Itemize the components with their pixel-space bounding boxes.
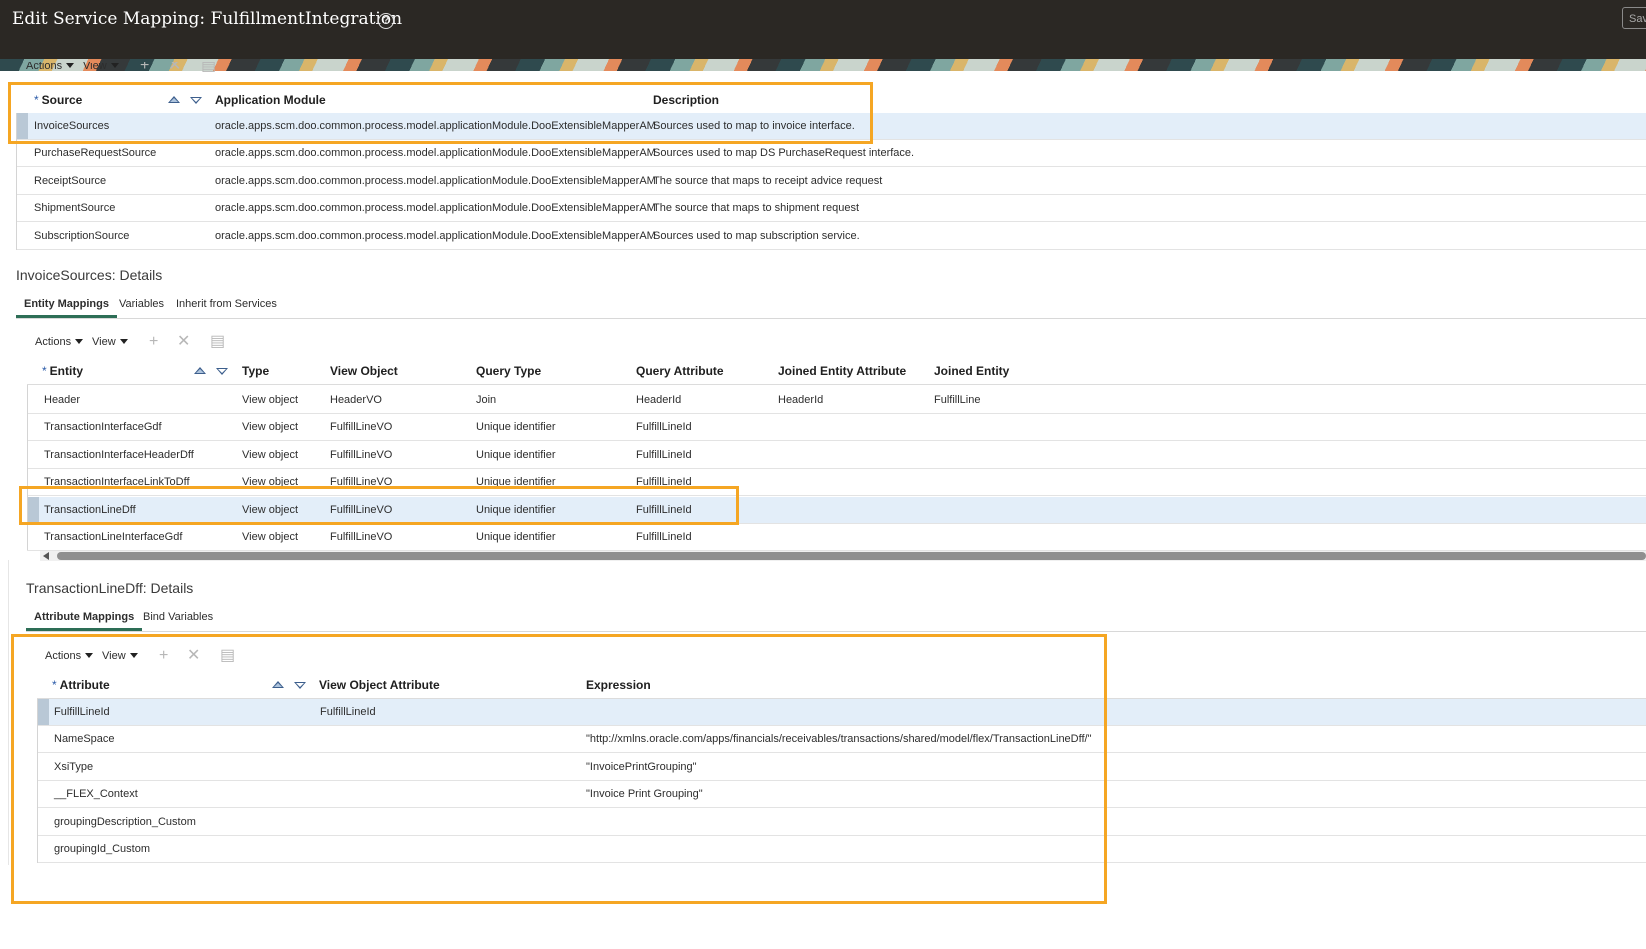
cell-query-attribute: FulfillLineId (636, 448, 692, 461)
cell-query-attribute: FulfillLineId (636, 421, 692, 434)
cell-entity: Header (44, 394, 81, 406)
table-row[interactable]: SubscriptionSource oracle.apps.scm.doo.co… (16, 223, 1646, 250)
column-header-type[interactable]: Type (242, 357, 269, 385)
detach-icon[interactable]: ▤ (210, 332, 225, 352)
delete-icon[interactable]: ✕ (168, 62, 181, 76)
table-row[interactable]: ShipmentSource oracle.apps.scm.doo.common… (16, 195, 1646, 223)
cell-source: SubscriptionSource (34, 229, 130, 242)
sources-toolbar: Actions View + ✕ ▤ (26, 62, 326, 76)
actions-menu[interactable]: Actions (35, 332, 84, 352)
table-border (27, 385, 28, 550)
tab-inherit-from-services[interactable]: Inherit from Services (176, 293, 277, 315)
column-header-query-type[interactable]: Query Type (476, 357, 541, 385)
table-row[interactable]: TransactionLineInterfaceGdf View object Fu… (27, 524, 1646, 551)
tab-entity-mappings[interactable]: Entity Mappings (16, 293, 117, 318)
cell-query-type: Unique identifier (476, 448, 556, 461)
section-title-entity-details: TransactionLineDff: Details (26, 580, 194, 596)
cell-entity: TransactionInterfaceGdf (44, 421, 162, 434)
cell-query-attribute: HeaderId (636, 394, 682, 406)
column-header-view-object[interactable]: View Object (330, 357, 398, 385)
help-icon[interactable]: ? (378, 13, 394, 29)
add-icon[interactable]: + (149, 332, 158, 352)
tab-bind-variables[interactable]: Bind Variables (143, 606, 213, 628)
entity-toolbar: Actions View + ✕ ▤ (35, 332, 335, 352)
highlight-box-attributes (11, 634, 1107, 904)
cell-query-type: Unique identifier (476, 531, 556, 543)
cell-application-module: oracle.apps.scm.doo.common.process.model… (215, 202, 656, 215)
table-row[interactable]: Header View object HeaderVO Join HeaderId Hea… (27, 387, 1646, 414)
cell-query-attribute: FulfillLineId (636, 531, 692, 543)
highlight-box-entity (19, 486, 739, 525)
cell-type: View object (242, 421, 299, 434)
cell-view-object: FulfillLineVO (330, 531, 393, 543)
entity-details-tabs: Attribute Mappings Bind Variables (26, 606, 1646, 632)
save-button[interactable]: Sav (1622, 7, 1646, 29)
cell-description: The source that maps to receipt advice r… (653, 174, 883, 187)
cell-joined-entity: FulfillLine (934, 394, 981, 406)
page-title: Edit Service Mapping: FulfillmentIntegra… (12, 9, 403, 29)
panel-border (8, 560, 9, 865)
cell-application-module: oracle.apps.scm.doo.common.process.model… (215, 229, 656, 242)
table-row[interactable]: TransactionInterfaceHeaderDff View object… (27, 442, 1646, 469)
table-row[interactable]: TransactionInterfaceGdf View object Fulfil… (27, 414, 1646, 442)
cell-description: Sources used to map subscription service… (653, 229, 860, 242)
cell-query-type: Unique identifier (476, 421, 556, 434)
cell-joined-entity-attribute: HeaderId (778, 394, 824, 406)
sort-ascending-icon[interactable] (194, 367, 206, 374)
entity-table-header: * Entity Type View Object Query Type Quer… (27, 357, 1646, 385)
column-header-joined-entity[interactable]: Joined Entity (934, 357, 1009, 385)
table-row[interactable]: PurchaseRequestSource oracle.apps.scm.doo… (16, 140, 1646, 168)
cell-view-object: FulfillLineVO (330, 448, 393, 461)
tab-attribute-mappings[interactable]: Attribute Mappings (26, 606, 143, 631)
view-menu[interactable]: View (83, 62, 119, 76)
column-header-entity[interactable]: * Entity (42, 357, 83, 385)
highlight-box-source (8, 82, 873, 144)
add-icon[interactable]: + (140, 62, 149, 76)
cell-query-type: Join (476, 394, 497, 406)
cell-view-object: HeaderVO (330, 394, 382, 406)
delete-icon[interactable]: ✕ (177, 332, 190, 352)
tab-variables[interactable]: Variables (119, 293, 164, 315)
cell-description: The source that maps to shipment request (653, 202, 860, 215)
cell-type: View object (242, 531, 299, 543)
cell-source: ReceiptSource (34, 174, 107, 187)
horizontal-scrollbar[interactable] (40, 551, 1646, 561)
cell-source: ShipmentSource (34, 202, 116, 215)
cell-view-object: FulfillLineVO (330, 421, 393, 434)
column-header-joined-entity-attribute[interactable]: Joined Entity Attribute (778, 357, 906, 385)
cell-entity: TransactionLineInterfaceGdf (44, 531, 183, 543)
cell-entity: TransactionInterfaceHeaderDff (44, 448, 194, 461)
view-menu[interactable]: View (92, 332, 128, 352)
detach-icon[interactable]: ▤ (201, 62, 216, 76)
actions-menu[interactable]: Actions (26, 62, 75, 76)
cell-application-module: oracle.apps.scm.doo.common.process.model… (215, 147, 656, 160)
scroll-left-icon[interactable] (43, 552, 49, 560)
scrollbar-thumb[interactable] (57, 552, 1646, 560)
column-header-query-attribute[interactable]: Query Attribute (636, 357, 724, 385)
cell-type: View object (242, 448, 299, 461)
cell-description: Sources used to map DS PurchaseRequest i… (653, 147, 915, 160)
cell-application-module: oracle.apps.scm.doo.common.process.model… (215, 174, 656, 187)
cell-source: PurchaseRequestSource (34, 147, 157, 160)
section-title-source-details: InvoiceSources: Details (16, 267, 163, 283)
cell-type: View object (242, 394, 299, 406)
table-row[interactable]: ReceiptSource oracle.apps.scm.doo.common.… (16, 168, 1646, 195)
source-details-tabs: Entity Mappings Variables Inherit from S… (16, 293, 1646, 319)
sort-descending-icon[interactable] (216, 368, 228, 375)
